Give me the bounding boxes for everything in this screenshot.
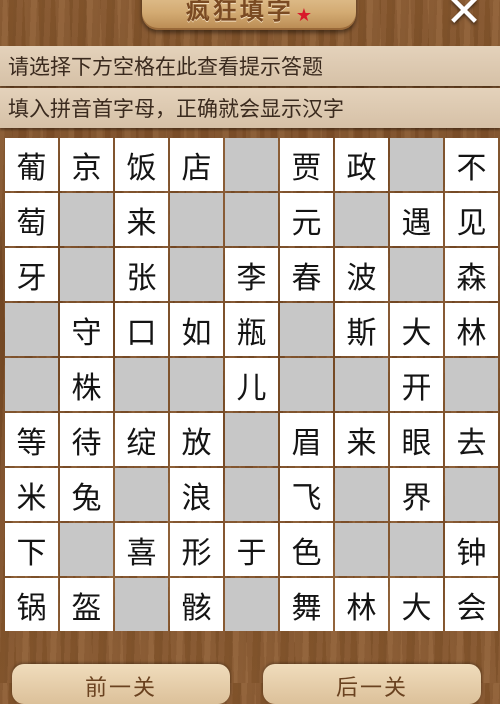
- grid-cell[interactable]: 见: [445, 193, 498, 246]
- blank-cell[interactable]: [445, 358, 498, 411]
- grid-cell[interactable]: 京: [60, 138, 113, 191]
- grid-cell[interactable]: 张: [115, 248, 168, 301]
- grid-cell[interactable]: 兔: [60, 468, 113, 521]
- close-button[interactable]: ✕: [440, 0, 488, 34]
- grid-cell[interactable]: 于: [225, 523, 278, 576]
- blank-cell[interactable]: [5, 358, 58, 411]
- game-title: 疯狂填字: [185, 0, 294, 25]
- grid-cell[interactable]: 林: [445, 303, 498, 356]
- hint-line-1: 请选择下方空格在此查看提示答题: [0, 46, 500, 86]
- blank-cell[interactable]: [335, 523, 388, 576]
- grid-cell[interactable]: 待: [60, 413, 113, 466]
- hint-line-2: 填入拼音首字母，正确就会显示汉字: [0, 88, 500, 128]
- grid-cell[interactable]: 开: [390, 358, 443, 411]
- grid-cell[interactable]: 眉: [280, 413, 333, 466]
- crossword-grid: 葡京饭店贾政不萄来元遇见牙张李春波森守口如瓶斯大林株儿开等待绽放眉来眼去米兔浪飞…: [5, 138, 498, 631]
- grid-cell[interactable]: 钟: [445, 523, 498, 576]
- grid-cell[interactable]: 界: [390, 468, 443, 521]
- grid-cell[interactable]: 瓶: [225, 303, 278, 356]
- grid-cell[interactable]: 色: [280, 523, 333, 576]
- blank-cell[interactable]: [335, 358, 388, 411]
- grid-cell[interactable]: 口: [115, 303, 168, 356]
- blank-cell[interactable]: [225, 193, 278, 246]
- blank-cell[interactable]: [445, 468, 498, 521]
- grid-cell[interactable]: 放: [170, 413, 223, 466]
- blank-cell[interactable]: [170, 193, 223, 246]
- blank-cell[interactable]: [225, 578, 278, 631]
- grid-cell[interactable]: 来: [115, 193, 168, 246]
- blank-cell[interactable]: [390, 138, 443, 191]
- blank-cell[interactable]: [170, 358, 223, 411]
- grid-cell[interactable]: 萄: [5, 193, 58, 246]
- blank-cell[interactable]: [225, 138, 278, 191]
- grid-cell[interactable]: 葡: [5, 138, 58, 191]
- blank-cell[interactable]: [5, 303, 58, 356]
- next-level-button[interactable]: 后一关: [263, 664, 481, 704]
- grid-cell[interactable]: 波: [335, 248, 388, 301]
- grid-cell[interactable]: 店: [170, 138, 223, 191]
- grid-cell[interactable]: 眼: [390, 413, 443, 466]
- grid-cell[interactable]: 锅: [5, 578, 58, 631]
- grid-cell[interactable]: 森: [445, 248, 498, 301]
- grid-cell[interactable]: 斯: [335, 303, 388, 356]
- blank-cell[interactable]: [335, 468, 388, 521]
- blank-cell[interactable]: [225, 413, 278, 466]
- grid-cell[interactable]: 如: [170, 303, 223, 356]
- game-title-plate: 疯狂填字 ★: [142, 0, 356, 30]
- prev-level-button[interactable]: 前一关: [12, 664, 230, 704]
- grid-cell[interactable]: 牙: [5, 248, 58, 301]
- blank-cell[interactable]: [115, 578, 168, 631]
- grid-cell[interactable]: 喜: [115, 523, 168, 576]
- blank-cell[interactable]: [335, 193, 388, 246]
- blank-cell[interactable]: [390, 248, 443, 301]
- grid-cell[interactable]: 浪: [170, 468, 223, 521]
- blank-cell[interactable]: [115, 358, 168, 411]
- grid-cell[interactable]: 盔: [60, 578, 113, 631]
- grid-cell[interactable]: 会: [445, 578, 498, 631]
- grid-cell[interactable]: 米: [5, 468, 58, 521]
- grid-cell[interactable]: 政: [335, 138, 388, 191]
- grid-cell[interactable]: 骸: [170, 578, 223, 631]
- blank-cell[interactable]: [390, 523, 443, 576]
- grid-cell[interactable]: 饭: [115, 138, 168, 191]
- grid-cell[interactable]: 林: [335, 578, 388, 631]
- blank-cell[interactable]: [225, 468, 278, 521]
- grid-cell[interactable]: 不: [445, 138, 498, 191]
- blank-cell[interactable]: [170, 248, 223, 301]
- grid-cell[interactable]: 遇: [390, 193, 443, 246]
- blank-cell[interactable]: [280, 358, 333, 411]
- blank-cell[interactable]: [60, 193, 113, 246]
- grid-cell[interactable]: 守: [60, 303, 113, 356]
- grid-cell[interactable]: 形: [170, 523, 223, 576]
- grid-cell[interactable]: 株: [60, 358, 113, 411]
- grid-cell[interactable]: 元: [280, 193, 333, 246]
- blank-cell[interactable]: [60, 248, 113, 301]
- grid-cell[interactable]: 大: [390, 303, 443, 356]
- grid-cell[interactable]: 等: [5, 413, 58, 466]
- grid-cell[interactable]: 绽: [115, 413, 168, 466]
- grid-cell[interactable]: 李: [225, 248, 278, 301]
- grid-cell[interactable]: 儿: [225, 358, 278, 411]
- grid-cell[interactable]: 去: [445, 413, 498, 466]
- grid-cell[interactable]: 舞: [280, 578, 333, 631]
- blank-cell[interactable]: [280, 303, 333, 356]
- grid-cell[interactable]: 春: [280, 248, 333, 301]
- grid-cell[interactable]: 下: [5, 523, 58, 576]
- star-icon: ★: [295, 5, 313, 26]
- grid-cell[interactable]: 贾: [280, 138, 333, 191]
- blank-cell[interactable]: [115, 468, 168, 521]
- grid-cell[interactable]: 飞: [280, 468, 333, 521]
- grid-cell[interactable]: 来: [335, 413, 388, 466]
- blank-cell[interactable]: [60, 523, 113, 576]
- grid-cell[interactable]: 大: [390, 578, 443, 631]
